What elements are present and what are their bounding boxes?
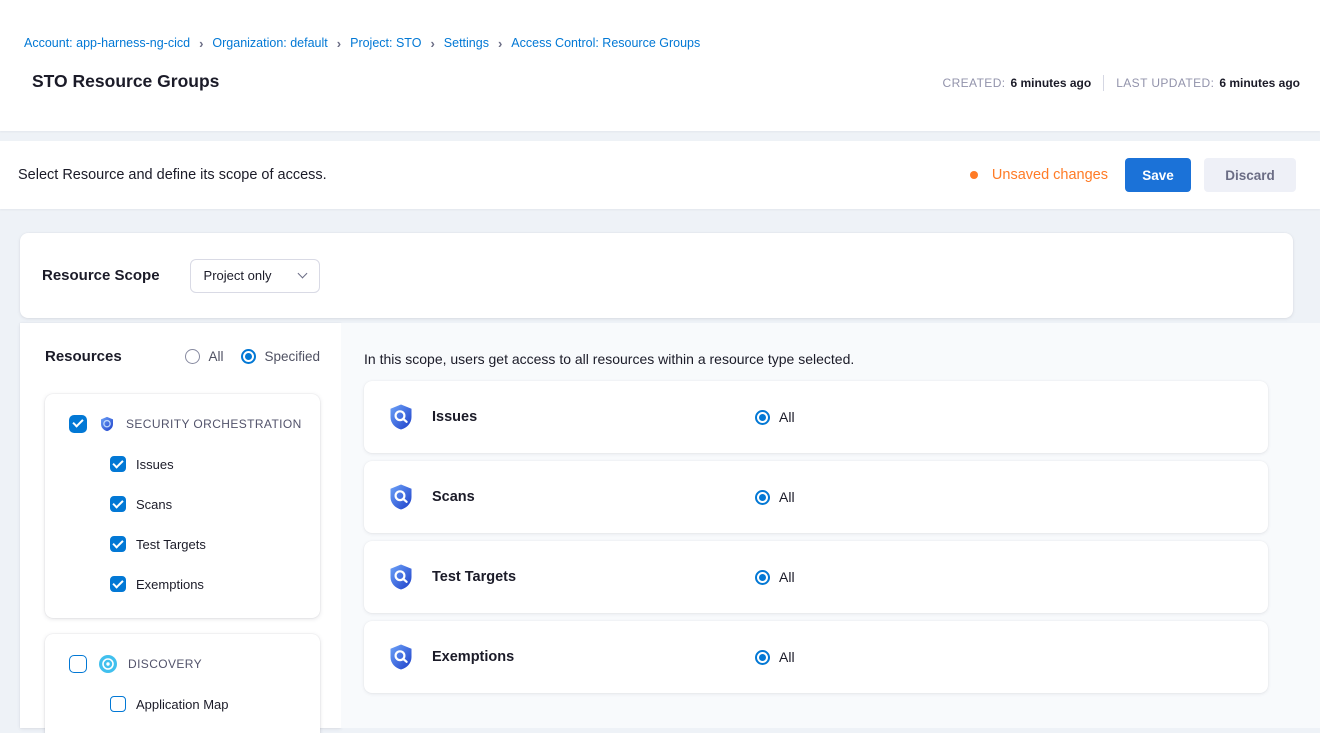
resource-card-scans: Scans All xyxy=(364,461,1268,533)
radio-icon[interactable] xyxy=(185,349,200,364)
unsaved-changes-label: Unsaved changes xyxy=(992,167,1108,183)
resource-item-scans: Scans xyxy=(45,484,320,524)
checkbox-application-map[interactable] xyxy=(110,696,126,712)
access-radio-all: All xyxy=(755,569,795,585)
resource-card-issues: Issues All xyxy=(364,381,1268,453)
discovery-radar-icon xyxy=(99,655,117,673)
resource-card-test-targets: Test Targets All xyxy=(364,541,1268,613)
main-content: In this scope, users get access to all r… xyxy=(341,323,1320,728)
breadcrumb-settings[interactable]: Settings xyxy=(444,36,489,50)
resource-item-test-targets: Test Targets xyxy=(45,524,320,564)
scope-description: In this scope, users get access to all r… xyxy=(364,351,1268,367)
group-card-security-orchestration: SECURITY ORCHESTRATION Issues Scans Test… xyxy=(45,394,320,618)
resource-item-application-map: Application Map xyxy=(45,684,320,724)
group-label: DISCOVERY xyxy=(128,657,202,671)
divider xyxy=(1103,75,1104,91)
resource-scope-selected-value: Project only xyxy=(204,268,272,283)
radio-checked-icon[interactable] xyxy=(241,349,256,364)
shield-search-icon xyxy=(387,403,415,431)
card-label: Scans xyxy=(432,489,755,505)
access-label: All xyxy=(779,649,795,665)
breadcrumb-organization[interactable]: Organization: default xyxy=(212,36,327,50)
checkbox-security-orchestration[interactable] xyxy=(69,415,87,433)
unsaved-changes-indicator: Unsaved changes xyxy=(970,167,1108,183)
page-header: Account: app-harness-ng-cicd › Organizat… xyxy=(0,0,1320,131)
timestamps: CREATED: 6 minutes ago LAST UPDATED: 6 m… xyxy=(943,75,1300,91)
card-label: Issues xyxy=(432,409,755,425)
radio-checked-icon[interactable] xyxy=(755,650,770,665)
checkbox-exemptions[interactable] xyxy=(110,576,126,592)
resources-title: Resources xyxy=(45,348,122,365)
updated-value: 6 minutes ago xyxy=(1219,76,1300,90)
radio-option-specified[interactable]: Specified xyxy=(241,349,320,364)
shield-search-icon xyxy=(387,483,415,511)
radio-checked-icon[interactable] xyxy=(755,570,770,585)
resources-panel: Resources All Specified xyxy=(20,323,341,728)
card-label: Exemptions xyxy=(432,649,755,665)
discard-button[interactable]: Discard xyxy=(1204,158,1296,192)
resources-mode-radio-group: All Specified xyxy=(167,349,320,364)
access-radio-all: All xyxy=(755,409,795,425)
chevron-right-icon: › xyxy=(498,37,502,50)
page-title: STO Resource Groups xyxy=(32,71,219,92)
breadcrumb-project[interactable]: Project: STO xyxy=(350,36,421,50)
radio-all-label: All xyxy=(208,349,223,364)
access-radio-all: All xyxy=(755,649,795,665)
shield-search-icon xyxy=(387,643,415,671)
group-label: SECURITY ORCHESTRATION xyxy=(126,417,302,431)
resource-scope-dropdown[interactable]: Project only xyxy=(190,259,320,293)
breadcrumb-account[interactable]: Account: app-harness-ng-cicd xyxy=(24,36,190,50)
resource-scope-card: Resource Scope Project only xyxy=(20,233,1293,318)
radio-checked-icon[interactable] xyxy=(755,410,770,425)
chevron-right-icon: › xyxy=(430,37,434,50)
item-label: Application Map xyxy=(136,697,229,712)
item-label: Scans xyxy=(136,497,172,512)
chevron-down-icon xyxy=(297,269,307,279)
radio-specified-label: Specified xyxy=(264,349,320,364)
radio-checked-icon[interactable] xyxy=(755,490,770,505)
created-value: 6 minutes ago xyxy=(1011,76,1092,90)
toolbar-description: Select Resource and define its scope of … xyxy=(18,167,327,183)
group-header-discovery: DISCOVERY xyxy=(45,644,320,684)
item-label: Exemptions xyxy=(136,577,204,592)
chevron-right-icon: › xyxy=(337,37,341,50)
resource-card-exemptions: Exemptions All xyxy=(364,621,1268,693)
shield-search-icon xyxy=(99,416,115,432)
checkbox-discovery[interactable] xyxy=(69,655,87,673)
resource-item-issues: Issues xyxy=(45,444,320,484)
access-label: All xyxy=(779,409,795,425)
radio-option-all[interactable]: All xyxy=(185,349,223,364)
checkbox-scans[interactable] xyxy=(110,496,126,512)
toolbar: Select Resource and define its scope of … xyxy=(0,141,1320,209)
unsaved-dot-icon xyxy=(970,171,978,179)
updated-label: LAST UPDATED: xyxy=(1116,76,1214,90)
item-label: Issues xyxy=(136,457,174,472)
access-radio-all: All xyxy=(755,489,795,505)
group-header-security-orchestration: SECURITY ORCHESTRATION xyxy=(45,404,320,444)
checkbox-issues[interactable] xyxy=(110,456,126,472)
chevron-right-icon: › xyxy=(199,37,203,50)
created-label: CREATED: xyxy=(943,76,1006,90)
breadcrumb: Account: app-harness-ng-cicd › Organizat… xyxy=(24,36,1300,50)
access-label: All xyxy=(779,569,795,585)
resource-item-exemptions: Exemptions xyxy=(45,564,320,604)
group-card-discovery: DISCOVERY Application Map xyxy=(45,634,320,733)
shield-search-icon xyxy=(387,563,415,591)
access-label: All xyxy=(779,489,795,505)
save-button[interactable]: Save xyxy=(1125,158,1191,192)
checkbox-test-targets[interactable] xyxy=(110,536,126,552)
item-label: Test Targets xyxy=(136,537,206,552)
resource-scope-label: Resource Scope xyxy=(42,267,160,284)
card-label: Test Targets xyxy=(432,569,755,585)
breadcrumb-access-control[interactable]: Access Control: Resource Groups xyxy=(511,36,700,50)
